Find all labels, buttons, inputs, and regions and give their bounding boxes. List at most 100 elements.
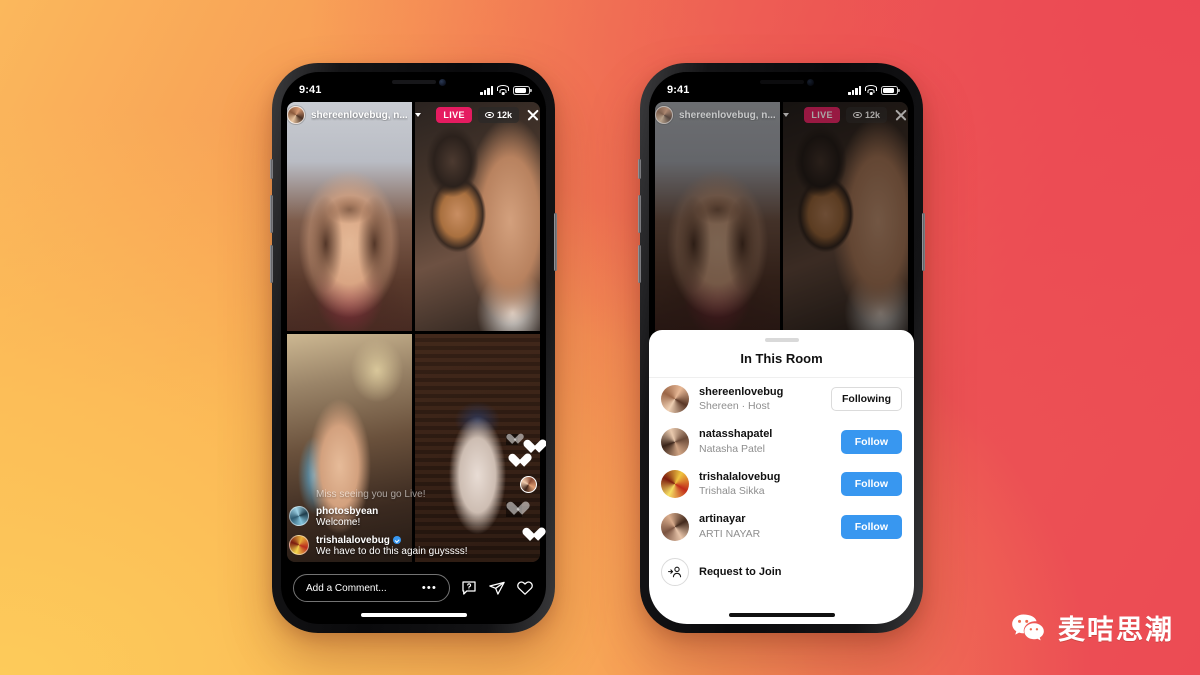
commenter-name-row: trishalalovebug (316, 535, 468, 546)
wifi-icon (497, 85, 509, 95)
comment-text: We have to do this again guyssss! (316, 545, 468, 557)
live-badge: LIVE (804, 107, 840, 123)
close-icon[interactable] (894, 108, 908, 122)
participant-avatar (661, 427, 689, 456)
participant-meta: natasshapatel Natasha Patel (699, 427, 831, 455)
participant-meta: artinayar ARTI NAYAR (699, 512, 831, 540)
host-info-chip[interactable]: shereenlovebug, n... (655, 106, 798, 124)
liker-avatar (520, 476, 537, 493)
follow-button[interactable]: Follow (840, 472, 902, 497)
ellipsis-icon[interactable]: ••• (422, 582, 437, 594)
phone-volume-up-button (638, 195, 641, 233)
participant-row[interactable]: trishalalovebug Trishala Sikka Follow (661, 463, 902, 505)
cellular-bars-icon (848, 85, 861, 95)
wifi-icon (865, 85, 877, 95)
heart-icon (522, 528, 538, 543)
commenter-avatar (289, 506, 309, 526)
heart-icon (508, 454, 524, 469)
wechat-logo-icon (1009, 609, 1047, 647)
phone-screen-left: 9:41 shereenlovebug, n... LIVE 12k Miss … (281, 72, 546, 624)
viewer-count-pill[interactable]: 12k (477, 107, 519, 123)
participant-username: natasshapatel (699, 428, 773, 441)
participant-username: trishalalovebug (699, 470, 781, 483)
status-time: 9:41 (667, 84, 690, 96)
heart-icon[interactable] (516, 579, 534, 597)
live-header-bar-right: shereenlovebug, n... LIVE 12k (649, 102, 914, 128)
battery-icon (513, 85, 532, 95)
participant-avatar (661, 512, 689, 541)
sheet-title: In This Room (649, 342, 914, 378)
floating-hearts-animation (506, 432, 540, 552)
participant-username: shereenlovebug (699, 386, 784, 398)
participant-list: shereenlovebug Shereen · Host Following … (649, 378, 914, 624)
viewer-count-pill[interactable]: 12k (845, 107, 887, 123)
phone-mockup-right: 9:41 shereenlovebug, n... LIVE 12k In Th… (638, 63, 925, 633)
participant-avatar (661, 385, 689, 414)
phone-mute-switch (638, 159, 641, 179)
commenter-name: photosbyean (316, 506, 379, 517)
phone-volume-down-button (638, 245, 641, 283)
comment-item[interactable]: photosbyean Welcome! (289, 506, 486, 530)
live-badge: LIVE (436, 107, 472, 123)
participant-meta: shereenlovebug Shereen · Host (699, 385, 821, 413)
in-this-room-sheet: In This Room shereenlovebug Shereen · Ho… (649, 330, 914, 624)
battery-icon (881, 85, 900, 95)
follow-button[interactable]: Follow (840, 429, 902, 454)
paper-plane-icon[interactable] (488, 579, 506, 597)
live-header-bar-left: shereenlovebug, n... LIVE 12k (281, 102, 546, 128)
host-name-label: shereenlovebug, n... (679, 109, 776, 121)
viewer-count-label: 12k (864, 110, 880, 120)
status-time: 9:41 (299, 84, 322, 96)
close-icon[interactable] (526, 108, 540, 122)
comment-text: Miss seeing you go Live! (316, 488, 426, 500)
chevron-down-icon[interactable] (414, 113, 421, 117)
question-bubble-icon[interactable] (460, 579, 478, 597)
viewer-count-label: 12k (496, 110, 512, 120)
person-add-icon (661, 557, 689, 586)
participant-fullname: Trishala Sikka (699, 485, 765, 498)
commenter-name: trishalalovebug (316, 534, 390, 546)
comment-input[interactable]: Add a Comment... ••• (293, 574, 450, 602)
participant-avatar (661, 470, 689, 499)
participant-fullname: Shereen · Host (699, 400, 770, 413)
watermark-text: 麦咭思潮 (1058, 615, 1174, 646)
eye-icon (484, 111, 494, 120)
phone-screen-right: 9:41 shereenlovebug, n... LIVE 12k In Th… (649, 72, 914, 624)
comment-item: Miss seeing you go Live! (289, 489, 486, 502)
participant-fullname: ARTI NAYAR (699, 527, 761, 540)
participant-meta: trishalalovebug Trishala Sikka (699, 470, 831, 498)
comment-stream: Miss seeing you go Live! photosbyean Wel… (289, 489, 486, 559)
host-avatar (655, 106, 673, 124)
request-to-join-label: Request to Join (699, 565, 782, 578)
watermark: 麦咭思潮 (1009, 608, 1174, 647)
phone-mute-switch (270, 159, 273, 179)
home-indicator (360, 613, 467, 617)
participant-fullname: Natasha Patel (699, 442, 765, 455)
video-tile-natassha[interactable] (415, 102, 540, 331)
heart-icon (506, 502, 522, 517)
status-indicators (480, 85, 532, 95)
verified-badge-icon (392, 536, 401, 544)
host-avatar (287, 106, 305, 124)
phone-volume-down-button (270, 245, 273, 283)
participant-row[interactable]: artinayar ARTI NAYAR Follow (661, 505, 902, 547)
following-button[interactable]: Following (831, 387, 902, 412)
eye-icon (852, 111, 862, 120)
comment-item[interactable]: trishalalovebug We have to do this again… (289, 534, 486, 559)
video-tile-shereen[interactable] (287, 102, 412, 331)
comment-text: Welcome! (316, 517, 361, 528)
participant-row[interactable]: shereenlovebug Shereen · Host Following (661, 378, 902, 420)
status-bar-right: 9:41 (649, 72, 914, 102)
commenter-avatar (289, 534, 309, 555)
host-info-chip[interactable]: shereenlovebug, n... (287, 106, 430, 124)
phone-power-button (922, 213, 925, 271)
phone-mockup-left: 9:41 shereenlovebug, n... LIVE 12k Miss … (270, 63, 557, 633)
request-to-join-row[interactable]: Request to Join (661, 548, 902, 586)
phone-power-button (554, 213, 557, 271)
status-bar-left: 9:41 (281, 72, 546, 102)
participant-row[interactable]: natasshapatel Natasha Patel Follow (661, 420, 902, 462)
follow-button[interactable]: Follow (840, 514, 902, 539)
heart-icon (506, 434, 518, 445)
chevron-down-icon[interactable] (782, 113, 789, 117)
cellular-bars-icon (480, 85, 493, 95)
